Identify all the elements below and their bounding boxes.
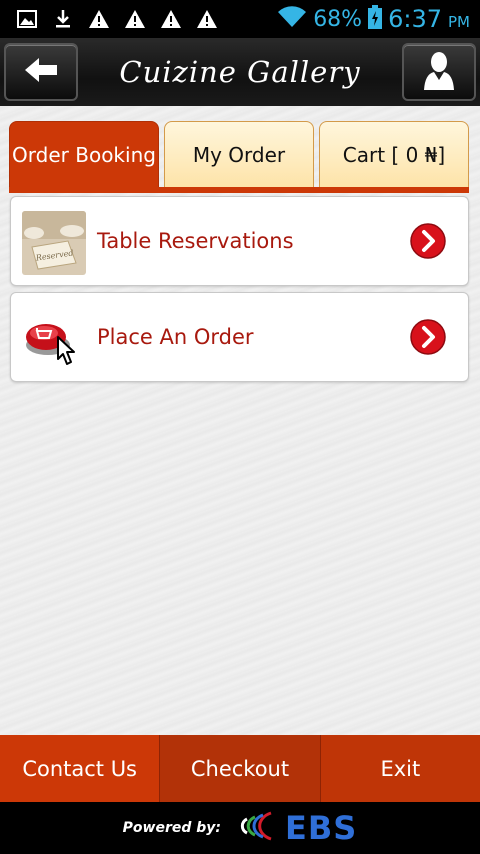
warning-icon [196, 8, 218, 30]
gallery-icon [16, 8, 38, 30]
user-icon [422, 50, 456, 94]
place-an-order-label: Place An Order [97, 325, 254, 349]
tab-underline [9, 187, 469, 193]
reserved-sign-image: Reserved [22, 211, 86, 275]
bottom-nav: Contact Us Checkout Exit [0, 735, 480, 802]
tab-bar: Order Booking My Order Cart [ 0 ₦] [9, 121, 469, 195]
status-indicators: 68% 6:37 PM [277, 0, 470, 38]
tab-cart[interactable]: Cart [ 0 ₦] [319, 121, 469, 189]
app-header: Cuizine Gallery [0, 38, 480, 106]
list-item-place-an-order[interactable]: Place An Order [10, 292, 469, 382]
footer: Powered by: EBS [0, 802, 480, 854]
table-reservations-label: Table Reservations [97, 229, 294, 253]
profile-button[interactable] [402, 43, 476, 101]
status-bar: 68% 6:37 PM [0, 0, 480, 38]
cart-button-image [22, 307, 86, 371]
clock-ampm: PM [448, 13, 470, 31]
chevron-right-icon [410, 319, 446, 355]
clock-time: 6:37 [388, 5, 442, 33]
powered-by-label: Powered by: [122, 820, 222, 836]
warning-icon [160, 8, 182, 30]
back-button[interactable] [4, 43, 78, 101]
warning-icon [124, 8, 146, 30]
chevron-right-icon [410, 223, 446, 259]
notification-icons [0, 8, 218, 30]
wifi-icon [277, 6, 307, 32]
page-title: Cuizine Gallery [119, 55, 361, 89]
ebs-brand-text: EBS [285, 809, 358, 847]
tab-order-booking[interactable]: Order Booking [9, 121, 159, 189]
checkout-button[interactable]: Checkout [160, 735, 321, 802]
warning-icon [88, 8, 110, 30]
tab-my-order[interactable]: My Order [164, 121, 314, 189]
ebs-logo-icon [231, 809, 275, 847]
exit-button[interactable]: Exit [320, 735, 480, 802]
download-icon [52, 8, 74, 30]
back-arrow-icon [23, 56, 59, 88]
list-item-table-reservations[interactable]: Reserved Table Reservations [10, 196, 469, 286]
battery-charging-icon [368, 5, 383, 33]
contact-us-button[interactable]: Contact Us [0, 735, 161, 802]
battery-percent: 68% [313, 6, 363, 32]
